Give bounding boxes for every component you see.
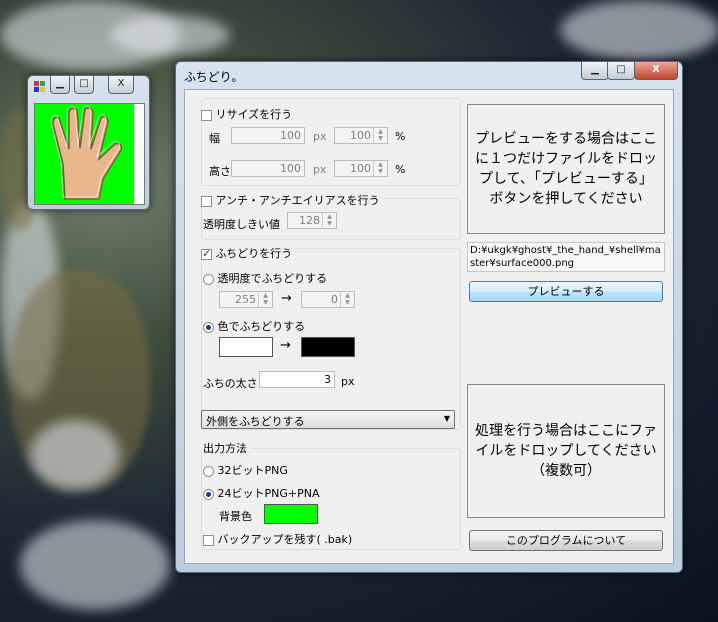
- threshold-label: 透明度しきい値: [203, 218, 280, 231]
- width-pct-unit: %: [395, 130, 406, 143]
- resize-checkbox[interactable]: リサイズを行う: [201, 106, 296, 122]
- height-px-input[interactable]: 100: [231, 160, 305, 177]
- color-radio[interactable]: 色でふちどりする: [203, 318, 305, 334]
- spin-arrows-icon[interactable]: ▲ ▼: [258, 292, 272, 307]
- border-checkbox-label: ふちどりを行う: [215, 247, 293, 260]
- alpha-arrow-icon: →: [281, 291, 292, 306]
- minimize-button[interactable]: ▁: [581, 62, 609, 80]
- alpha-to-spinner[interactable]: 0 ▲ ▼: [301, 291, 355, 308]
- border-mode-value: 外側をふちどりする: [206, 415, 305, 428]
- hand-image: [50, 105, 123, 200]
- small-close-button[interactable]: X: [108, 76, 134, 94]
- width-pct-spinner[interactable]: 100 ▲ ▼: [334, 127, 388, 144]
- small-window[interactable]: ▁ □ X: [27, 75, 150, 210]
- antialias-checkbox[interactable]: アンチ・アンチエイリアスを行う: [201, 192, 383, 208]
- small-maximize-button[interactable]: □: [74, 76, 94, 94]
- width-pct-value: 100: [350, 129, 371, 142]
- color-arrow-icon: →: [280, 338, 291, 353]
- height-pct-spinner[interactable]: 100 ▲ ▼: [334, 160, 388, 177]
- small-minimize-button[interactable]: ▁: [50, 76, 70, 94]
- backup-checkbox-box[interactable]: [203, 534, 214, 546]
- alpha-radio[interactable]: 透明度でふちどりする: [203, 270, 327, 286]
- width-px-unit: px: [313, 130, 327, 143]
- backup-checkbox-label: バックアップを残す( .bak): [217, 533, 353, 546]
- antialias-checkbox-box[interactable]: [201, 195, 212, 207]
- output-24-label: 24ビットPNG+PNA: [217, 487, 320, 500]
- app-icon: [34, 81, 46, 93]
- preview-drop-area[interactable]: プレビューをする場合はここに１つだけファイルをドロップして、「プレビューする」ボ…: [467, 104, 665, 234]
- thickness-unit: px: [341, 375, 355, 388]
- client-area: リサイズを行う 幅 100 px 100 ▲ ▼ % 高さ 100 px 100 …: [184, 89, 674, 564]
- height-label: 高さ: [209, 165, 231, 178]
- output-32-radio-dot[interactable]: [203, 465, 214, 477]
- border-checkbox-box[interactable]: [201, 247, 212, 260]
- spin-arrows-icon[interactable]: ▲ ▼: [322, 213, 336, 228]
- alpha-radio-dot[interactable]: [203, 273, 214, 285]
- file-path-display: D:¥ukgk¥ghost¥_the_hand_¥shell¥master¥su…: [467, 242, 665, 272]
- output-24-radio-dot[interactable]: [203, 488, 214, 500]
- resize-checkbox-label: リサイズを行う: [215, 108, 293, 121]
- threshold-spinner[interactable]: 128 ▲ ▼: [287, 212, 337, 229]
- alpha-from-spinner[interactable]: 255 ▲ ▼: [219, 291, 273, 308]
- hand-image-canvas: [34, 103, 145, 205]
- about-button[interactable]: このプログラムについて: [469, 530, 663, 551]
- spin-arrows-icon[interactable]: ▲ ▼: [373, 161, 387, 176]
- main-window[interactable]: ふちどり。 ▁ □ X リサイズを行う 幅 100 px 100 ▲ ▼ % 高さ…: [175, 61, 683, 573]
- color-to-swatch[interactable]: [301, 337, 355, 357]
- output-32-label: 32ビットPNG: [217, 464, 288, 477]
- border-checkbox[interactable]: ふちどりを行う: [201, 245, 296, 261]
- preview-button[interactable]: プレビューする: [469, 281, 663, 302]
- chevron-down-icon[interactable]: ▼: [444, 414, 450, 423]
- alpha-to-value: 0: [331, 293, 338, 306]
- spin-arrows-icon[interactable]: ▲ ▼: [340, 292, 354, 307]
- height-px-unit: px: [313, 163, 327, 176]
- thickness-label: ふちの太さ: [203, 377, 258, 390]
- color-radio-dot[interactable]: [203, 321, 214, 333]
- thickness-input[interactable]: 3: [259, 371, 335, 388]
- spin-arrows-icon[interactable]: ▲ ▼: [373, 128, 387, 143]
- close-button[interactable]: X: [634, 62, 678, 80]
- output-24-radio[interactable]: 24ビットPNG+PNA: [203, 485, 320, 501]
- backup-checkbox[interactable]: バックアップを残す( .bak): [203, 531, 352, 547]
- bg-color-swatch[interactable]: [264, 504, 318, 524]
- width-px-input[interactable]: 100: [231, 127, 305, 144]
- antialias-checkbox-label: アンチ・アンチエイリアスを行う: [215, 194, 380, 207]
- alpha-radio-label: 透明度でふちどりする: [217, 272, 328, 285]
- resize-checkbox-box[interactable]: [201, 109, 212, 121]
- width-label: 幅: [209, 132, 220, 145]
- color-from-swatch[interactable]: [219, 337, 273, 357]
- process-drop-area[interactable]: 処理を行う場合はここにファイルをドロップしてください（複数可）: [467, 384, 665, 518]
- output-32-radio[interactable]: 32ビットPNG: [203, 462, 288, 478]
- height-pct-value: 100: [350, 162, 371, 175]
- border-mode-dropdown[interactable]: 外側をふちどりする ▼: [201, 410, 455, 429]
- output-group-label: 出力方法: [203, 440, 250, 456]
- color-radio-label: 色でふちどりする: [217, 320, 306, 333]
- bg-color-label: 背景色: [219, 510, 252, 523]
- threshold-value: 128: [299, 214, 320, 227]
- window-title: ふちどり。: [184, 70, 244, 84]
- alpha-from-value: 255: [235, 293, 256, 306]
- height-pct-unit: %: [395, 163, 406, 176]
- maximize-button[interactable]: □: [607, 62, 635, 80]
